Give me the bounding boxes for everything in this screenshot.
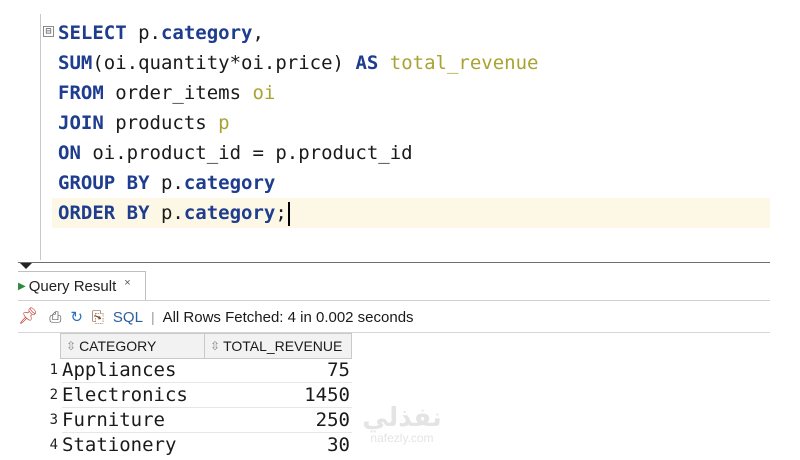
column-header-total-revenue[interactable]: ⇳ TOTAL_REVENUE bbox=[204, 333, 352, 359]
sql-text: products bbox=[103, 112, 219, 134]
sql-keyword: JOIN bbox=[58, 112, 104, 134]
row-number[interactable]: 3 bbox=[18, 408, 60, 433]
category-cell[interactable]: Appliances bbox=[62, 358, 204, 383]
sql-text: p. bbox=[126, 22, 161, 44]
close-icon[interactable]: × bbox=[124, 277, 130, 289]
sql-keyword: category bbox=[183, 172, 276, 194]
row-number[interactable]: 4 bbox=[18, 433, 60, 458]
tab-query-result[interactable]: ▶ Query Result × bbox=[18, 271, 146, 301]
sql-text: order_items bbox=[103, 82, 253, 104]
column-label: TOTAL_REVENUE bbox=[223, 338, 343, 354]
sql-keyword: FROM bbox=[58, 82, 104, 104]
code-line[interactable]: JOIN products p bbox=[58, 108, 230, 138]
result-toolbar: 📌︎ ⎙ ↻ ⎘ SQL | All Rows Fetched: 4 in 0.… bbox=[18, 302, 770, 332]
watermark: نفذلي nafezly.com bbox=[352, 404, 452, 444]
sql-text: p. bbox=[149, 202, 184, 224]
sql-text: p. bbox=[149, 172, 184, 194]
row-number[interactable]: 1 bbox=[18, 358, 60, 383]
panel-splitter[interactable] bbox=[18, 262, 770, 268]
code-line[interactable]: GROUP BY p.category bbox=[58, 168, 275, 198]
sql-alias: oi bbox=[252, 82, 276, 104]
collapse-icon[interactable]: ⊟ bbox=[43, 26, 54, 37]
total-revenue-cell[interactable]: 30 bbox=[204, 433, 350, 458]
text-caret bbox=[287, 201, 290, 226]
sql-text: oi.product_id = p.product_id bbox=[80, 142, 413, 164]
toolbar-separator: | bbox=[150, 309, 155, 325]
code-line[interactable]: ON oi.product_id = p.product_id bbox=[58, 138, 413, 168]
sql-alias: total_revenue bbox=[389, 52, 539, 74]
fetch-status: All Rows Fetched: 4 in 0.002 seconds bbox=[162, 308, 414, 326]
total-revenue-cell[interactable]: 1450 bbox=[204, 383, 350, 408]
code-line[interactable]: FROM order_items oi bbox=[58, 78, 275, 108]
watermark-domain: nafezly.com bbox=[370, 431, 434, 445]
column-label: CATEGORY bbox=[79, 338, 157, 354]
sql-keyword: AS bbox=[355, 52, 379, 74]
sort-icon[interactable]: ⇳ bbox=[66, 339, 76, 353]
print-icon[interactable]: ⎙ bbox=[49, 310, 61, 325]
sql-text: (oi.quantity*oi.price) bbox=[92, 52, 356, 74]
sql-editor[interactable]: ⊟ SELECT p.category, SUM(oi.quantity*oi.p… bbox=[0, 0, 800, 262]
total-revenue-cell[interactable]: 75 bbox=[204, 358, 350, 383]
tab-label: Query Result bbox=[28, 278, 117, 295]
column-header-category[interactable]: ⇳ CATEGORY bbox=[60, 333, 205, 359]
row-number[interactable]: 2 bbox=[18, 383, 60, 408]
sql-keyword: SELECT bbox=[58, 22, 127, 44]
sql-keyword: ORDER BY bbox=[58, 202, 150, 224]
sql-keyword: category bbox=[160, 22, 253, 44]
sql-keyword: category bbox=[183, 202, 276, 224]
category-cell[interactable]: Electronics bbox=[62, 383, 204, 408]
sql-text: ; bbox=[275, 202, 287, 224]
code-line[interactable]: SELECT p.category, bbox=[58, 18, 264, 48]
sql-keyword: SUM bbox=[58, 52, 93, 74]
sql-text: , bbox=[252, 22, 264, 44]
sort-icon[interactable]: ⇳ bbox=[210, 339, 220, 353]
result-tab-icon: ▶ bbox=[18, 281, 26, 292]
code-line[interactable]: ORDER BY p.category; bbox=[52, 198, 770, 228]
watermark-logo: نفذلي bbox=[362, 403, 442, 433]
panel-divider bbox=[18, 300, 770, 301]
sql-alias: p bbox=[218, 112, 230, 134]
sql-keyword: GROUP BY bbox=[58, 172, 150, 194]
export-icon[interactable]: ⎘ bbox=[92, 310, 104, 325]
sql-button[interactable]: SQL bbox=[113, 309, 143, 326]
category-cell[interactable]: Stationery bbox=[62, 433, 204, 458]
code-line[interactable]: SUM(oi.quantity*oi.price) AS total_reven… bbox=[58, 48, 539, 78]
sql-keyword: ON bbox=[58, 142, 81, 164]
collapse-arrow-icon[interactable] bbox=[20, 263, 32, 269]
total-revenue-cell[interactable]: 250 bbox=[204, 408, 350, 433]
refresh-icon[interactable]: ↻ bbox=[70, 310, 83, 325]
pin-icon[interactable]: 📌︎ bbox=[18, 309, 38, 325]
editor-gutter bbox=[40, 14, 41, 260]
category-cell[interactable]: Furniture bbox=[62, 408, 204, 433]
